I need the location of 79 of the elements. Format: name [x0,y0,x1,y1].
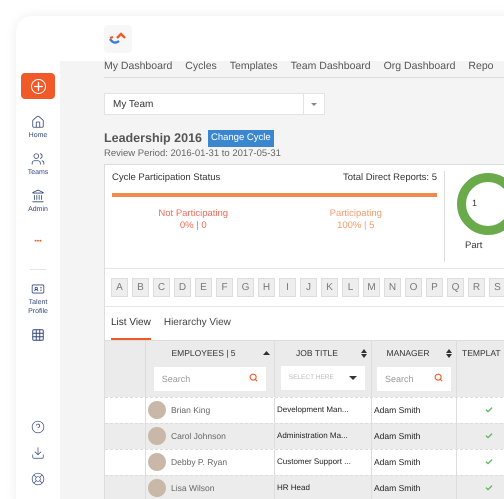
letter-filter[interactable]: H [258,278,275,297]
table-cell: Adam Smith [374,456,420,469]
table-row[interactable]: Lisa Wilson HR Head Adam Smith [105,474,504,499]
not-participating-value: 0% | 0 [180,220,207,232]
add-icon [30,78,46,94]
letter-filter[interactable]: E [195,278,212,297]
letter-filter[interactable]: I [279,278,296,297]
table-cell: Adam Smith [374,482,420,495]
letter-filter[interactable]: R [468,278,485,297]
review-period: Review Period: 2016-01-31 to 2017-05-31 [104,148,282,160]
letter-filter[interactable]: M [363,278,380,297]
grid-icon [31,328,45,342]
download-icon [31,446,45,460]
sort-up-icon[interactable] [263,351,270,356]
logo-icon [104,24,132,52]
letter-filter[interactable]: N [384,278,401,297]
search-field[interactable]: Search [377,366,451,390]
table-row[interactable]: Debby P. Ryan Customer Support ... Adam Smith [105,448,504,475]
not-participating-label: Not Participating [158,208,228,220]
employee-name[interactable]: Lisa Wilson [171,482,214,495]
sidebar-button[interactable] [31,446,45,460]
donut-value: 1 [472,197,478,210]
people-icon [31,152,45,166]
employee-name[interactable]: Carol Johnson [171,430,226,443]
search-icon [249,372,258,382]
letter-filter[interactable]: L [342,278,359,297]
table-cell: Development Man... [277,404,349,416]
column-header: MANAGER Search [372,340,457,397]
letter-filter[interactable]: K [321,278,338,297]
letter-filter[interactable]: C [153,278,170,297]
card-title: Cycle Participation Status [112,170,220,185]
search-icon [434,372,443,382]
nav-link[interactable]: Team Dashboard [290,60,371,72]
sort-icon[interactable] [361,348,367,358]
sort-icon[interactable] [446,348,452,358]
nav-link[interactable]: Cycles [185,60,217,72]
column-header: EMPLOYEES | 5 Search [146,340,275,397]
letter-filter[interactable]: F [216,278,233,297]
table-cell: HR Head [277,482,310,494]
search-field[interactable]: Search [154,366,266,390]
letter-filter[interactable]: O [405,278,422,297]
id-card-icon [31,282,45,296]
letter-filter[interactable]: A [111,278,128,297]
letter-filter[interactable]: G [237,278,254,297]
letter-filter[interactable]: B [132,278,149,297]
change-cycle-button[interactable]: Change Cycle [208,130,274,147]
bank-icon [31,189,45,203]
employee-name[interactable]: Brian King [171,404,210,417]
help-icon [31,420,45,434]
sidebar-button[interactable] [31,420,45,434]
participating-label: Participating [330,208,382,220]
table-cell: Adam Smith [374,404,420,417]
team-select[interactable]: My Team [104,93,325,115]
cycle-title: Leadership 2016 [104,130,202,147]
table-row[interactable]: Carol Johnson Administration Ma... Adam Smith [105,422,504,449]
caret-icon [311,102,317,106]
add-button[interactable] [21,73,55,99]
letter-filter[interactable]: J [300,278,317,297]
total-reports: Total Direct Reports: 5 [343,170,437,185]
sidebar-button[interactable] [31,472,45,486]
nav-link[interactable]: Repo [468,60,494,72]
home-icon [31,115,45,129]
view-tab[interactable]: Hierarchy View [164,306,231,340]
letter-filter[interactable]: P [426,278,443,297]
caret-icon [349,376,358,380]
table-cell: Customer Support ... [277,456,351,468]
nav-link[interactable]: My Dashboard [104,60,172,72]
lifebuoy-icon [31,472,45,486]
participating-value: 100% | 5 [337,220,374,232]
letter-filter[interactable]: Q [447,278,464,297]
nav-link[interactable]: Templates [230,60,278,72]
employee-name[interactable]: Debby P. Ryan [171,456,228,469]
table-row[interactable]: Brian King Development Man... Adam Smith [105,396,504,423]
donut-caption: Part [464,238,482,253]
letter-filter[interactable]: S [489,278,504,297]
letter-filter[interactable]: D [174,278,191,297]
nav-link[interactable]: Org Dashboard [384,60,456,72]
table-cell: Administration Ma... [277,430,348,442]
table-cell: Adam Smith [374,430,420,443]
